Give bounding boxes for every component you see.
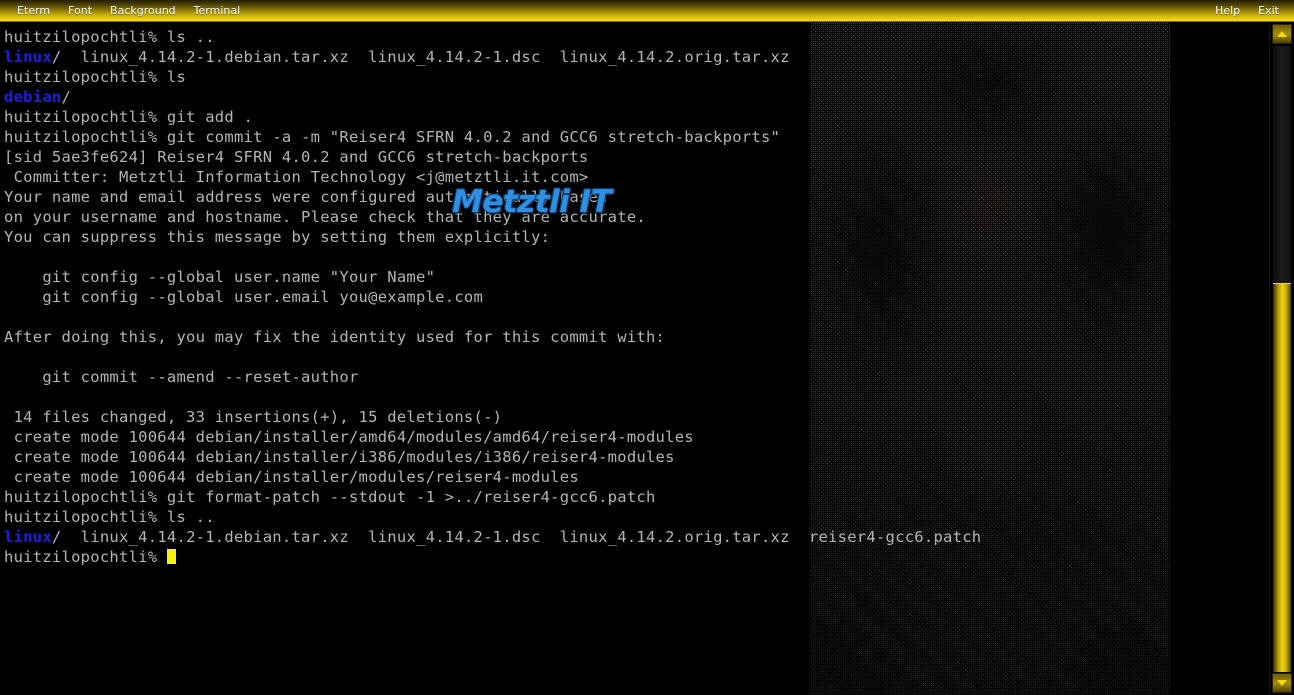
terminal-line: git commit --amend --reset-author (4, 367, 1270, 387)
terminal-line-text: 14 files changed, 33 insertions(+), 15 d… (4, 408, 503, 426)
menu-help[interactable]: Help (1206, 0, 1249, 22)
terminal-line-text: You can suppress this message by setting… (4, 228, 551, 246)
menu-terminal[interactable]: Terminal (185, 0, 250, 22)
terminal-line: huitzilopochtli% git format-patch --stdo… (4, 487, 1270, 507)
terminal-line-text: git config --global user.name "Your Name… (4, 268, 436, 286)
terminal-line: linux/ linux_4.14.2-1.debian.tar.xz linu… (4, 527, 1270, 547)
terminal-line: on your username and hostname. Please ch… (4, 207, 1270, 227)
terminal-line: huitzilopochtli% ls .. (4, 27, 1270, 47)
eterm-window: Eterm Font Background Terminal Help Exit hui… (0, 0, 1294, 695)
terminal-line-text: git commit --amend --reset-author (4, 368, 359, 386)
terminal-line-text: git config --global user.email you@examp… (4, 288, 484, 306)
chevron-down-icon (1277, 680, 1287, 686)
terminal-line-text: huitzilopochtli% git add . (4, 108, 254, 126)
terminal-line-text: create mode 100644 debian/installer/amd6… (4, 428, 694, 446)
terminal-line: create mode 100644 debian/installer/amd6… (4, 427, 1270, 447)
terminal-line: git config --global user.email you@examp… (4, 287, 1270, 307)
terminal-line-text: huitzilopochtli% git format-patch --stdo… (4, 488, 656, 506)
terminal-line-text: / (61, 88, 72, 106)
terminal-line-text: create mode 100644 debian/installer/modu… (4, 468, 579, 486)
scrollbar-thumb[interactable] (1273, 283, 1291, 672)
terminal-line-text: / linux_4.14.2-1.debian.tar.xz linux_4.1… (51, 48, 790, 66)
chevron-up-icon (1277, 31, 1287, 37)
terminal-line-text: / linux_4.14.2-1.debian.tar.xz linux_4.1… (51, 528, 982, 546)
terminal-line-text: huitzilopochtli% ls .. (4, 508, 215, 526)
terminal-line: create mode 100644 debian/installer/modu… (4, 467, 1270, 487)
terminal-screen[interactable]: huitzilopochtli% ls .. linux/ linux_4.14.… (0, 22, 1270, 695)
terminal-line-text: Committer: Metztli Information Technolog… (4, 168, 589, 186)
menubar-left: Eterm Font Background Terminal (8, 0, 249, 22)
menu-font[interactable]: Font (59, 0, 101, 22)
terminal-line: linux/ linux_4.14.2-1.debian.tar.xz linu… (4, 47, 1270, 67)
scroll-down-button[interactable] (1272, 673, 1292, 693)
directory-name: debian (4, 88, 62, 106)
terminal-area[interactable]: huitzilopochtli% ls .. linux/ linux_4.14.… (0, 22, 1270, 695)
menu-exit[interactable]: Exit (1249, 0, 1288, 22)
terminal-line: create mode 100644 debian/installer/i386… (4, 447, 1270, 467)
terminal-line: After doing this, you may fix the identi… (4, 327, 1270, 347)
menubar-right: Help Exit (1206, 0, 1288, 22)
terminal-line: git config --global user.name "Your Name… (4, 267, 1270, 287)
terminal-line: huitzilopochtli% ls (4, 67, 1270, 87)
terminal-line: huitzilopochtli% git add . (4, 107, 1270, 127)
terminal-line: huitzilopochtli% git commit -a -m "Reise… (4, 127, 1270, 147)
terminal-line-text: create mode 100644 debian/installer/i386… (4, 448, 675, 466)
menu-background[interactable]: Background (101, 0, 185, 22)
directory-name: linux (4, 48, 52, 66)
terminal-line-text: [sid 5ae3fe624] Reiser4 SFRN 4.0.2 and G… (4, 148, 589, 166)
terminal-line: You can suppress this message by setting… (4, 227, 1270, 247)
titlebar: Eterm Font Background Terminal Help Exit (0, 0, 1294, 22)
terminal-line-text: on your username and hostname. Please ch… (4, 208, 646, 226)
terminal-line: debian/ (4, 87, 1270, 107)
terminal-line-text: After doing this, you may fix the identi… (4, 328, 666, 346)
terminal-scrollbar[interactable] (1269, 22, 1294, 695)
terminal-line: Committer: Metztli Information Technolog… (4, 167, 1270, 187)
terminal-line: 14 files changed, 33 insertions(+), 15 d… (4, 407, 1270, 427)
menu-eterm[interactable]: Eterm (8, 0, 59, 22)
terminal-line: huitzilopochtli% (4, 547, 1270, 567)
scroll-up-button[interactable] (1272, 24, 1292, 44)
terminal-line-text: huitzilopochtli% git commit -a -m "Reise… (4, 128, 781, 146)
text-cursor (166, 549, 176, 564)
terminal-line-text: huitzilopochtli% ls (4, 68, 187, 86)
terminal-line-text: huitzilopochtli% ls .. (4, 28, 215, 46)
terminal-line: Your name and email address were configu… (4, 187, 1270, 207)
terminal-line: [sid 5ae3fe624] Reiser4 SFRN 4.0.2 and G… (4, 147, 1270, 167)
terminal-line-text: huitzilopochtli% (4, 548, 167, 566)
terminal-line: huitzilopochtli% ls .. (4, 507, 1270, 527)
terminal-line-text: Your name and email address were configu… (4, 188, 608, 206)
directory-name: linux (4, 528, 52, 546)
